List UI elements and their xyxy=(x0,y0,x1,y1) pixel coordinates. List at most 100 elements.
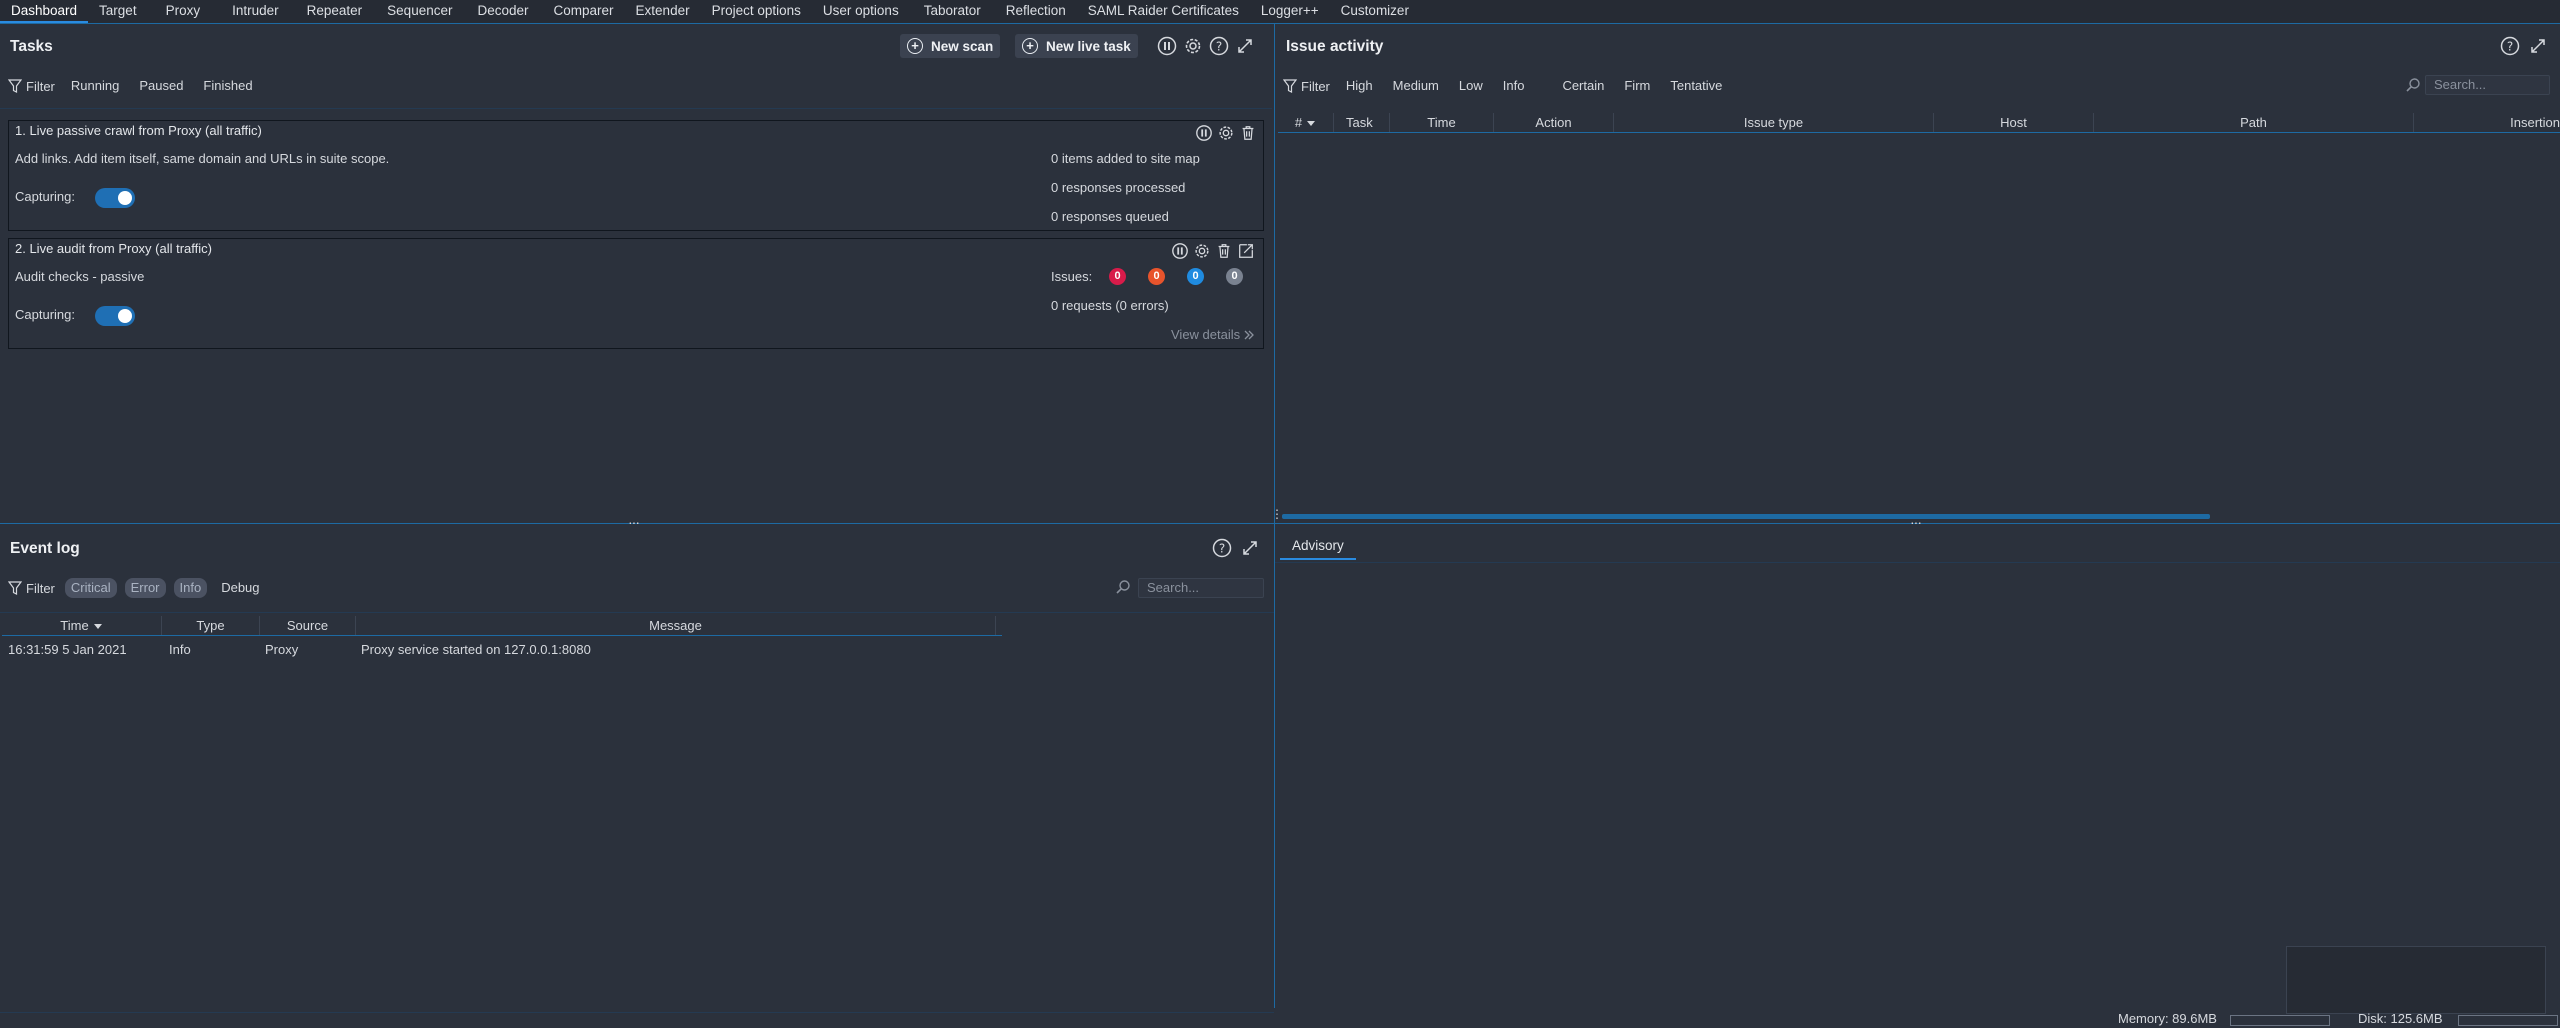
expand-icon[interactable] xyxy=(1240,538,1260,558)
tab-reflection[interactable]: Reflection xyxy=(995,0,1077,23)
filter-low[interactable]: Low xyxy=(1453,76,1489,96)
filter-icon[interactable] xyxy=(1283,79,1297,93)
tab-customizer[interactable]: Customizer xyxy=(1330,0,1420,23)
pause-icon[interactable] xyxy=(1171,242,1189,260)
help-icon[interactable]: ? xyxy=(1209,36,1229,56)
tab-sequencer[interactable]: Sequencer xyxy=(376,0,463,23)
filter-error[interactable]: Error xyxy=(124,578,166,598)
task-stat: 0 responses processed xyxy=(1051,180,1186,195)
filter-running[interactable]: Running xyxy=(65,76,125,96)
tab-saml-raider-certificates[interactable]: SAML Raider Certificates xyxy=(1077,0,1250,23)
expand-icon[interactable] xyxy=(2528,36,2548,56)
filter-finished[interactable]: Finished xyxy=(197,76,258,96)
toggle-knob xyxy=(118,191,132,205)
task-card[interactable]: 2. Live audit from Proxy (all traffic) A… xyxy=(8,238,1264,349)
tab-target[interactable]: Target xyxy=(88,0,148,23)
capturing-toggle[interactable] xyxy=(95,188,135,208)
event-source: Proxy xyxy=(265,642,299,657)
issue-filter-bar: Filter High Medium Low Info Certain Firm… xyxy=(1283,75,1736,97)
tab-comparer[interactable]: Comparer xyxy=(543,0,625,23)
tab-user-options[interactable]: User options xyxy=(812,0,910,23)
tab-extender[interactable]: Extender xyxy=(625,0,701,23)
new-scan-button[interactable]: + New scan xyxy=(900,34,1001,58)
filter-icon[interactable] xyxy=(8,79,22,93)
filter-debug[interactable]: Debug xyxy=(215,578,265,598)
issue-search-input[interactable]: Search... xyxy=(2425,75,2550,95)
disk-status: Disk: 125.6MB xyxy=(2358,1011,2443,1026)
tab-advisory[interactable]: Advisory xyxy=(1280,536,1356,560)
drag-handle[interactable]: ··· xyxy=(1910,515,1922,529)
table-row[interactable]: 16:31:59 5 Jan 2021 Info Proxy Proxy ser… xyxy=(8,640,961,660)
event-log-divider xyxy=(0,612,1274,613)
tasks-filter-bar: Filter Running Paused Finished xyxy=(8,75,267,97)
column-header-host[interactable]: Host xyxy=(1934,113,2094,132)
event-log-title: Event log xyxy=(10,540,80,557)
issue-count-high: 0 xyxy=(1109,268,1126,285)
filter-info[interactable]: Info xyxy=(173,578,208,598)
filter-critical[interactable]: Critical xyxy=(64,578,117,598)
tab-proxy[interactable]: Proxy xyxy=(148,0,219,23)
gear-icon[interactable] xyxy=(1183,36,1203,56)
new-live-task-label: New live task xyxy=(1046,38,1131,54)
column-header-issue-type[interactable]: Issue type xyxy=(1614,113,1934,132)
filter-medium[interactable]: Medium xyxy=(1387,76,1445,96)
tab-repeater[interactable]: Repeater xyxy=(293,0,377,23)
task-stat: 0 items added to site map xyxy=(1051,151,1200,166)
column-header-type[interactable]: Type xyxy=(162,616,260,635)
trash-icon[interactable] xyxy=(1239,124,1257,142)
filter-high[interactable]: High xyxy=(1340,76,1379,96)
tab-taborator[interactable]: Taborator xyxy=(910,0,995,23)
column-header-number[interactable]: # xyxy=(1278,113,1334,132)
tab-logger-plus-plus[interactable]: Logger++ xyxy=(1250,0,1330,23)
expand-icon[interactable] xyxy=(1235,36,1255,56)
event-log-filter-bar: Filter Critical Error Info Debug xyxy=(8,577,274,599)
search-icon xyxy=(1116,580,1130,594)
filter-paused[interactable]: Paused xyxy=(133,76,189,96)
toggle-knob xyxy=(118,309,132,323)
trash-icon[interactable] xyxy=(1215,242,1233,260)
event-log-search-input[interactable]: Search... xyxy=(1138,578,1264,598)
pause-icon[interactable] xyxy=(1157,36,1177,56)
column-header-path[interactable]: Path xyxy=(2094,113,2414,132)
filter-label: Filter xyxy=(1301,78,1330,94)
help-icon[interactable]: ? xyxy=(1212,538,1232,558)
filter-label: Filter xyxy=(26,580,55,596)
column-header-action[interactable]: Action xyxy=(1494,113,1614,132)
help-icon[interactable]: ? xyxy=(2500,36,2520,56)
view-details-link[interactable]: View details xyxy=(1171,327,1255,342)
main-tab-bar: Dashboard Target Proxy Intruder Repeater… xyxy=(0,0,2560,24)
column-header-task[interactable]: Task xyxy=(1334,113,1390,132)
column-label: Time xyxy=(60,617,89,633)
filter-certain[interactable]: Certain xyxy=(1556,76,1610,96)
gear-icon[interactable] xyxy=(1217,124,1235,142)
drag-handle[interactable]: ··· xyxy=(628,515,640,529)
filter-icon[interactable] xyxy=(8,581,22,595)
tab-intruder[interactable]: Intruder xyxy=(218,0,293,23)
filter-tentative[interactable]: Tentative xyxy=(1664,76,1728,96)
tab-decoder[interactable]: Decoder xyxy=(463,0,542,23)
gear-icon[interactable] xyxy=(1193,242,1211,260)
issues-label: Issues: xyxy=(1051,269,1093,284)
task-card[interactable]: 1. Live passive crawl from Proxy (all tr… xyxy=(8,120,1264,231)
tab-project-options[interactable]: Project options xyxy=(701,0,812,23)
column-header-time[interactable]: Time xyxy=(2,616,162,635)
capturing-toggle[interactable] xyxy=(95,306,135,326)
pause-icon[interactable] xyxy=(1195,124,1213,142)
column-header-time[interactable]: Time xyxy=(1390,113,1494,132)
filter-firm[interactable]: Firm xyxy=(1618,76,1656,96)
tab-dashboard[interactable]: Dashboard xyxy=(0,0,89,23)
new-live-task-button[interactable]: + New live task xyxy=(1015,34,1138,58)
advisory-preview-box xyxy=(2286,946,2546,1014)
filter-info[interactable]: Info xyxy=(1497,76,1531,96)
event-log-table-header: Time Type Source Message xyxy=(2,616,1002,636)
column-header-insertion[interactable]: Insertion xyxy=(2414,113,2560,132)
filter-label: Filter xyxy=(26,78,55,94)
event-log-toolbar: ? xyxy=(1212,538,1260,558)
popout-icon[interactable] xyxy=(1237,242,1255,260)
column-header-source[interactable]: Source xyxy=(260,616,356,635)
event-type: Info xyxy=(169,642,191,657)
plus-circle-icon: + xyxy=(1022,38,1038,54)
column-header-message[interactable]: Message xyxy=(356,616,996,635)
task-title: 1. Live passive crawl from Proxy (all tr… xyxy=(15,123,262,138)
horizontal-scrollbar[interactable] xyxy=(1282,514,2210,519)
